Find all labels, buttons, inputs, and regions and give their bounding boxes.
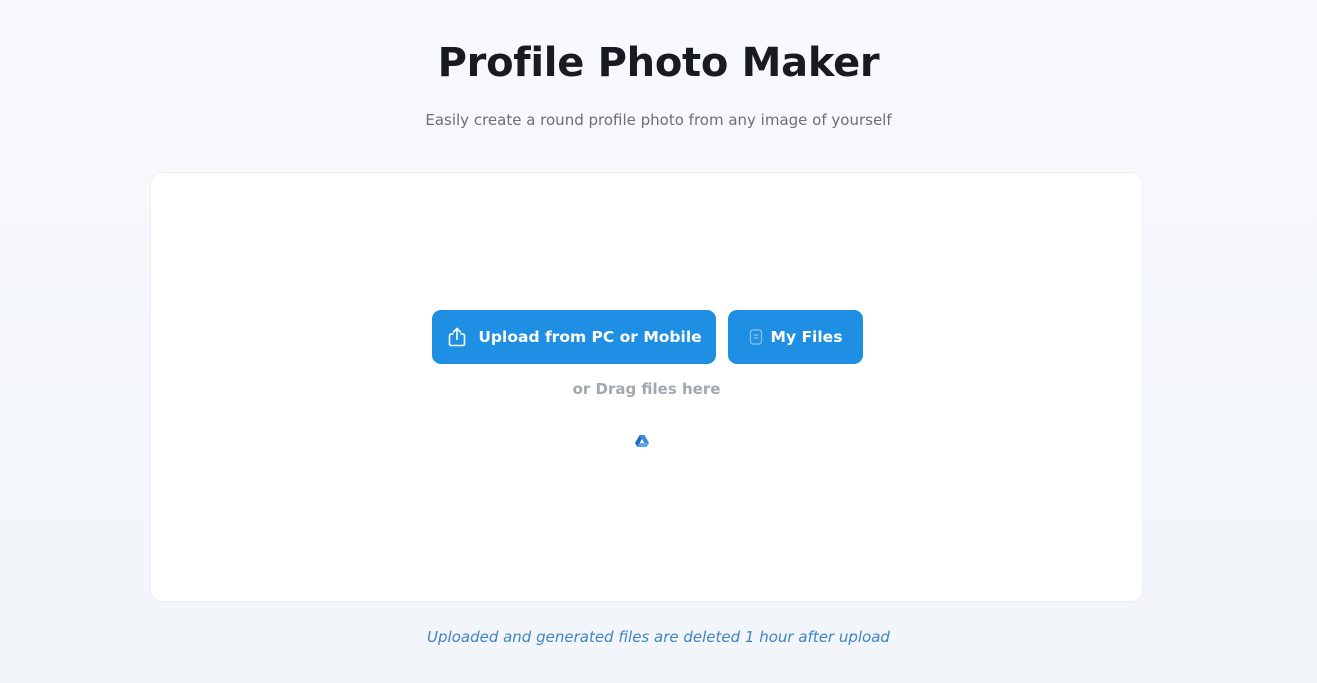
upload-dropzone[interactable]: Upload from PC or Mobile My Files or Dra… <box>150 172 1143 602</box>
page-title: Profile Photo Maker <box>437 40 880 86</box>
retention-notice: Uploaded and generated files are deleted… <box>427 628 890 646</box>
share-upload-icon <box>446 326 468 348</box>
page-subtitle: Easily create a round profile photo from… <box>425 111 892 129</box>
upload-button-label: Upload from PC or Mobile <box>478 328 702 346</box>
file-icon <box>749 329 763 345</box>
my-files-button-label: My Files <box>770 328 843 346</box>
drag-hint: or Drag files here <box>572 380 721 398</box>
upload-from-device-button[interactable]: Upload from PC or Mobile <box>432 310 716 364</box>
my-files-button[interactable]: My Files <box>728 310 863 364</box>
google-drive-icon[interactable] <box>632 433 652 449</box>
